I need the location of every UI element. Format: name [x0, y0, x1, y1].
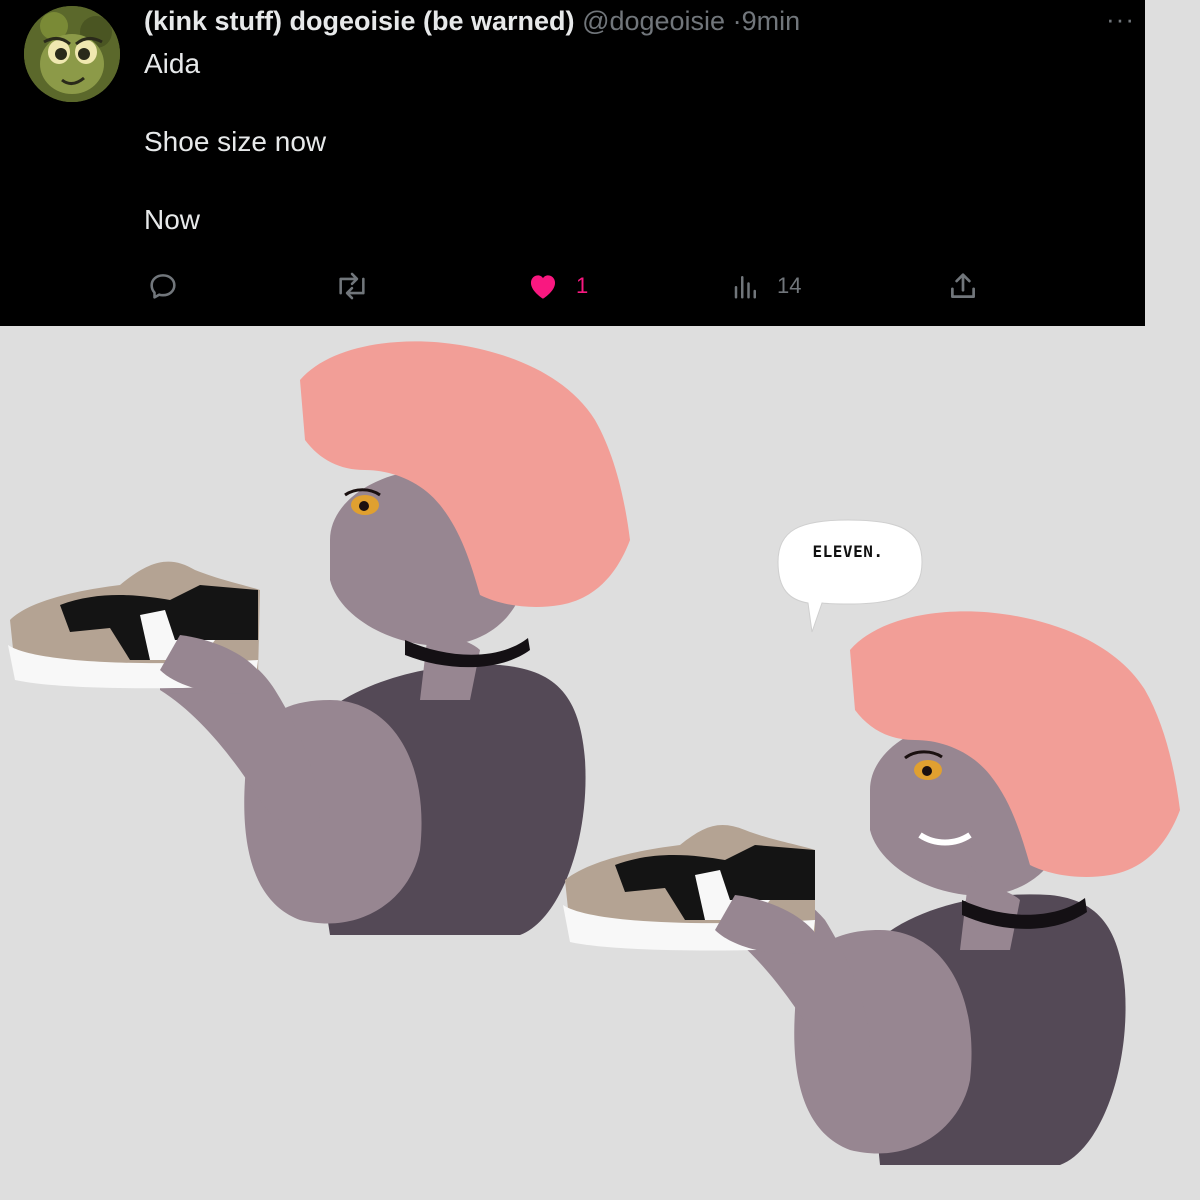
views-icon [734, 276, 756, 299]
tweet-card: (kink stuff) dogeoisie (be warned) @doge… [0, 0, 1145, 326]
speech-bubble-text: ELEVEN. [812, 542, 884, 561]
separator-dot: · [732, 6, 742, 36]
avatar-icon[interactable] [24, 6, 120, 102]
tweet-line: Now [144, 204, 201, 235]
more-options-icon[interactable]: ··· [1106, 4, 1135, 34]
repost-button[interactable] [333, 266, 371, 306]
tweet-actions: 1 14 [0, 266, 1145, 306]
tweet-text: Aida Shoe size now Now [144, 44, 326, 239]
speech-bubble [777, 519, 923, 633]
reply-button[interactable] [146, 266, 180, 306]
views-button[interactable]: 14 [731, 266, 801, 306]
tweet-line: Aida [144, 48, 201, 79]
tweet-header: (kink stuff) dogeoisie (be warned) @doge… [144, 2, 800, 40]
comic-illustration [8, 341, 1180, 1165]
timestamp[interactable]: 9min [742, 6, 801, 36]
repost-icon [339, 272, 365, 300]
heart-icon [530, 275, 556, 299]
shoe-left [8, 561, 270, 694]
like-count: 1 [576, 273, 589, 298]
user-handle[interactable]: @dogeoisie [582, 6, 725, 36]
view-count: 14 [777, 273, 802, 298]
shoe-right [563, 825, 825, 954]
share-icon [951, 273, 975, 298]
reply-icon [150, 274, 176, 299]
tweet-line: Shoe size now [144, 126, 327, 157]
display-name[interactable]: (kink stuff) dogeoisie (be warned) [144, 6, 575, 36]
like-button[interactable]: 1 [526, 266, 588, 306]
share-button[interactable] [946, 266, 980, 306]
